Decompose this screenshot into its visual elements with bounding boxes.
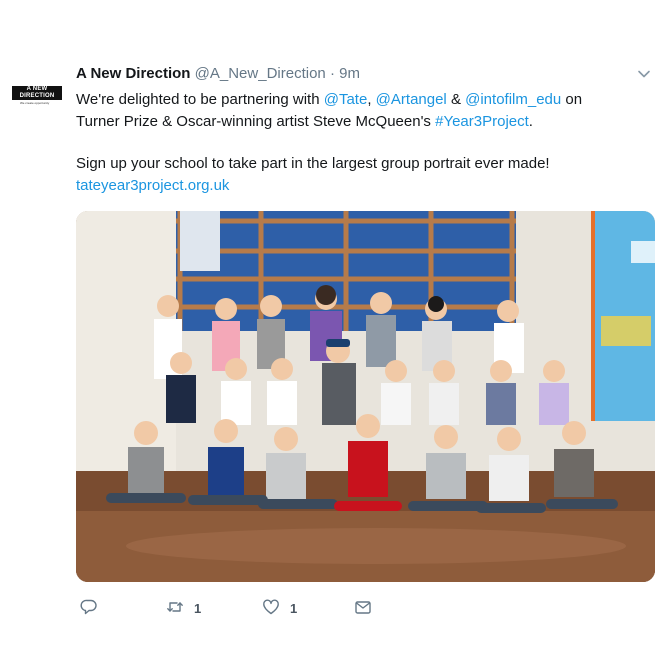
avatar-logo-line2: DIRECTION [19,93,55,99]
text-segment: & [446,91,466,108]
mention-intofilm[interactable]: @intofilm_edu [465,91,561,108]
avatar-logo-line1: A NEW [26,86,48,92]
avatar[interactable]: A NEW DIRECTION We create opportunity [12,86,62,108]
message-button[interactable] [354,596,372,620]
tweet-text: We're delighted to be partnering with @T… [76,89,646,197]
retweet-button[interactable]: 1 [166,596,201,620]
heart-icon [262,598,280,619]
tweet-link[interactable]: tateyear3project.org.uk [76,175,646,197]
text-segment: on [561,91,583,108]
mention-artangel[interactable]: @Artangel [376,91,447,108]
avatar-tagline: We create opportunity [20,101,50,105]
user-handle[interactable]: @A_New_Direction [195,65,326,82]
retweet-icon [166,598,184,619]
display-name[interactable]: A New Direction [76,65,190,82]
chevron-down-icon[interactable] [636,66,652,82]
tweet-text-line-1: We're delighted to be partnering with @T… [76,89,646,111]
hashtag-year3project[interactable]: #Year3Project [435,113,529,130]
tweet-text-line-3: Sign up your school to take part in the … [76,155,550,172]
tweet-actions: 1 1 [80,596,460,620]
like-button[interactable]: 1 [262,596,297,620]
timestamp[interactable]: 9m [339,65,360,82]
text-segment: , [367,91,376,108]
reply-button[interactable] [80,596,108,620]
tweet-text-line-2: Turner Prize & Oscar-winning artist Stev… [76,111,646,133]
envelope-icon [354,598,372,619]
tweet-photo[interactable] [76,211,655,582]
tweet-header: A New Direction @A_New_Direction · 9m [76,64,360,84]
text-segment: Turner Prize & Oscar-winning artist Stev… [76,113,436,130]
class-photo-illustration [76,211,655,582]
reply-icon [80,598,98,619]
mention-tate[interactable]: @Tate [324,91,368,108]
retweet-count: 1 [194,600,202,616]
separator: · [329,65,335,82]
text-segment: . [528,113,533,130]
avatar-logo: A NEW DIRECTION [12,86,62,100]
like-count: 1 [290,600,298,616]
text-segment: We're delighted to be partnering with [76,91,324,108]
